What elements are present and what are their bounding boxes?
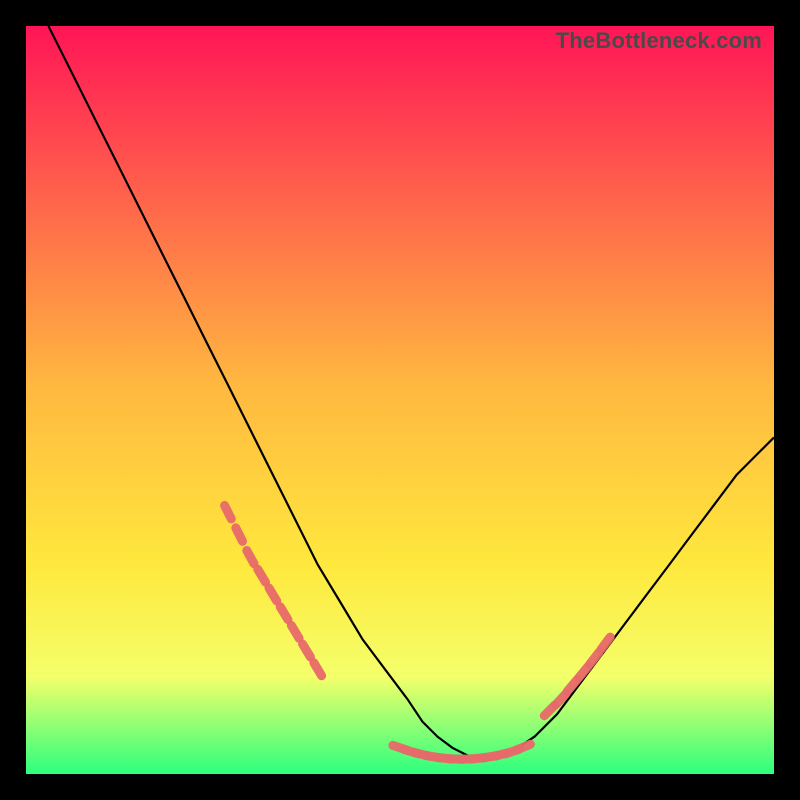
gradient-background (26, 26, 774, 774)
data-marker (517, 744, 531, 750)
data-marker (247, 551, 254, 564)
plot-svg (26, 26, 774, 774)
chart-frame: TheBottleneck.com (0, 0, 800, 800)
data-marker (225, 506, 232, 519)
data-marker (236, 528, 243, 541)
watermark-text: TheBottleneck.com (556, 28, 762, 54)
plot-area: TheBottleneck.com (26, 26, 774, 774)
